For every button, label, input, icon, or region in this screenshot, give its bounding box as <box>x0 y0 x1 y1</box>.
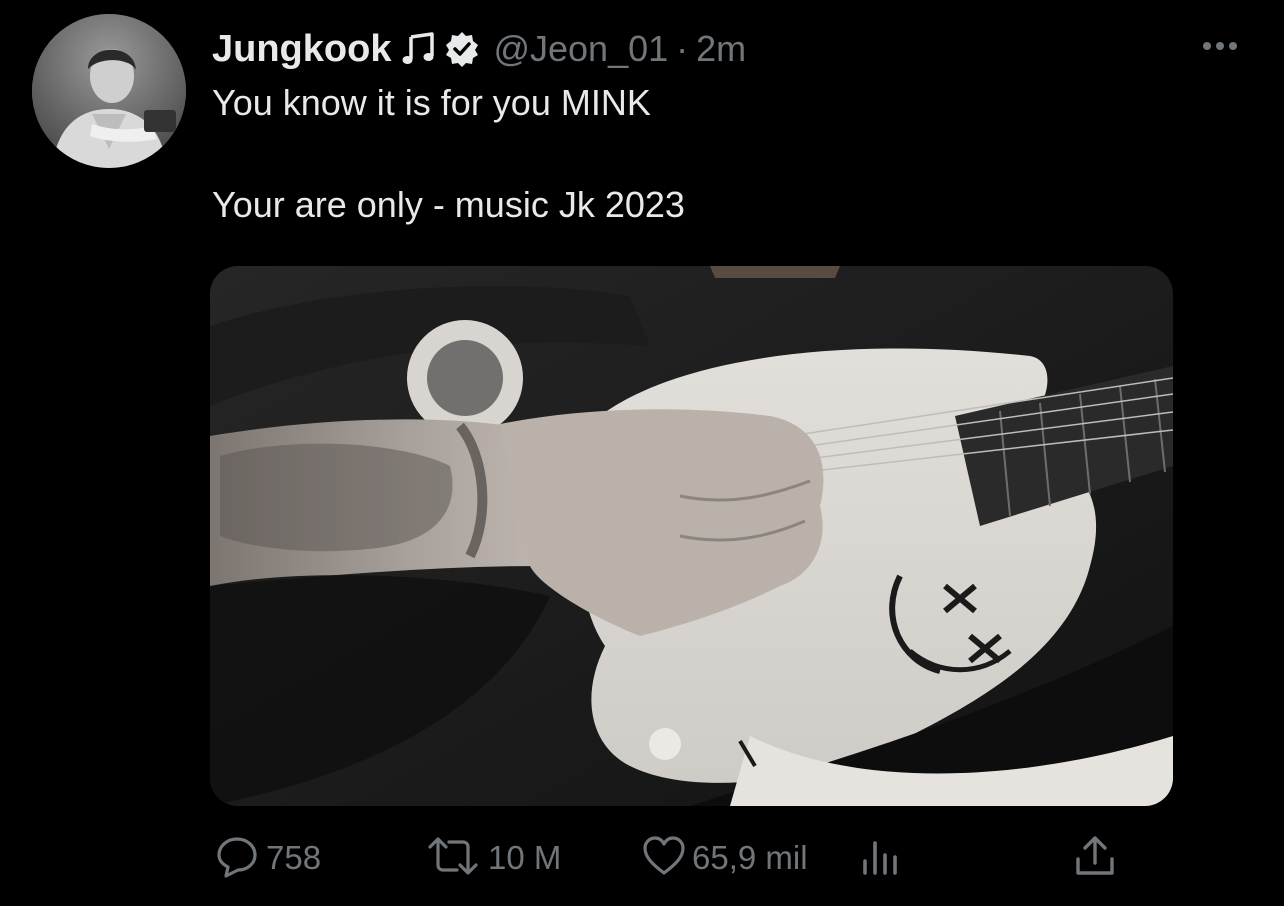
timestamp[interactable]: 2m <box>696 28 746 70</box>
tweet-action-bar: 758 10 M 65,9 mil <box>0 830 1284 890</box>
guitar-photo <box>210 266 1173 806</box>
retweet-icon <box>424 833 482 884</box>
verified-badge-icon <box>443 30 481 68</box>
tweet-media-image[interactable] <box>210 266 1173 806</box>
more-horizontal-icon[interactable] <box>1198 34 1242 58</box>
reply-count: 758 <box>266 839 322 876</box>
tweet-header: Jungkook @Jeon_01 · 2m <box>212 26 746 72</box>
tweet[interactable]: Jungkook @Jeon_01 · 2m You know it is fo… <box>0 0 1284 906</box>
tweet-text-line-2: Your are only - music Jk 2023 <box>212 184 685 225</box>
user-handle[interactable]: @Jeon_01 <box>493 28 668 70</box>
music-note-icon <box>401 31 437 67</box>
display-name[interactable]: Jungkook <box>212 28 391 71</box>
like-count: 65,9 mil <box>692 839 808 876</box>
share-button[interactable] <box>1072 830 1118 886</box>
avatar[interactable] <box>32 14 186 168</box>
reply-icon <box>214 833 260 884</box>
reply-button[interactable]: 758 <box>214 830 321 886</box>
like-button[interactable]: 65,9 mil <box>642 830 808 886</box>
retweet-button[interactable]: 10 M <box>424 830 561 886</box>
views-chart-icon <box>858 833 904 884</box>
heart-icon <box>642 833 686 884</box>
retweet-count: 10 M <box>488 839 562 876</box>
views-button[interactable] <box>858 830 904 886</box>
tweet-text-line-1: You know it is for you MINK <box>212 82 651 123</box>
share-icon <box>1072 833 1118 884</box>
avatar-image <box>32 14 186 168</box>
separator-dot: · <box>676 28 689 69</box>
